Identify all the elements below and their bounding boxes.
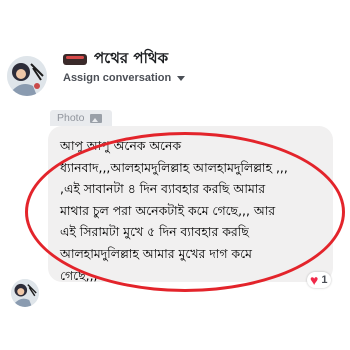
emoji-icon	[63, 53, 87, 65]
heart-icon: ♥	[310, 272, 319, 288]
chevron-down-icon	[177, 75, 186, 81]
message-line: ,এই সাবানটা ৪ দিন ব্যাবহার করছি আমার	[60, 181, 266, 197]
message-line: এই সিরামটা মুখে ৫ দিন ব্যাবহার করছি	[60, 224, 249, 240]
conversation-title[interactable]: পথের পথিক	[94, 47, 168, 72]
conversation-title-row: পথের পথিক	[63, 48, 168, 70]
reaction-badge[interactable]: ♥ 1	[307, 272, 332, 288]
photo-attachment-tag[interactable]: Photo	[50, 110, 112, 126]
message-line: আপু আপু অনেক অনেক	[60, 138, 182, 153]
assign-conversation-label: Assign conversation	[63, 72, 172, 84]
message-text: আপু আপু অনেক অনেক ধ্যানবাদ,,,আলহামদুলিল্…	[60, 135, 328, 286]
reaction-count: 1	[321, 274, 328, 286]
message-line: গেছে,,,	[60, 267, 98, 283]
photo-icon	[90, 113, 103, 123]
assign-conversation-dropdown[interactable]: Assign conversation	[63, 72, 186, 84]
message-line: মাথার চুল পরা অনেকটাই কমে গেছে,,, আর	[60, 202, 276, 218]
photo-label: Photo	[57, 112, 85, 124]
message-line: ধ্যানবাদ,,,আলহামদুলিল্লাহ আলহামদুলিল্লাহ…	[60, 159, 288, 175]
contact-avatar[interactable]	[7, 56, 47, 96]
message-line: আলহামদুলিল্লাহ আমার মুখের দাগ কমে	[60, 245, 252, 261]
sender-avatar[interactable]	[11, 279, 39, 307]
